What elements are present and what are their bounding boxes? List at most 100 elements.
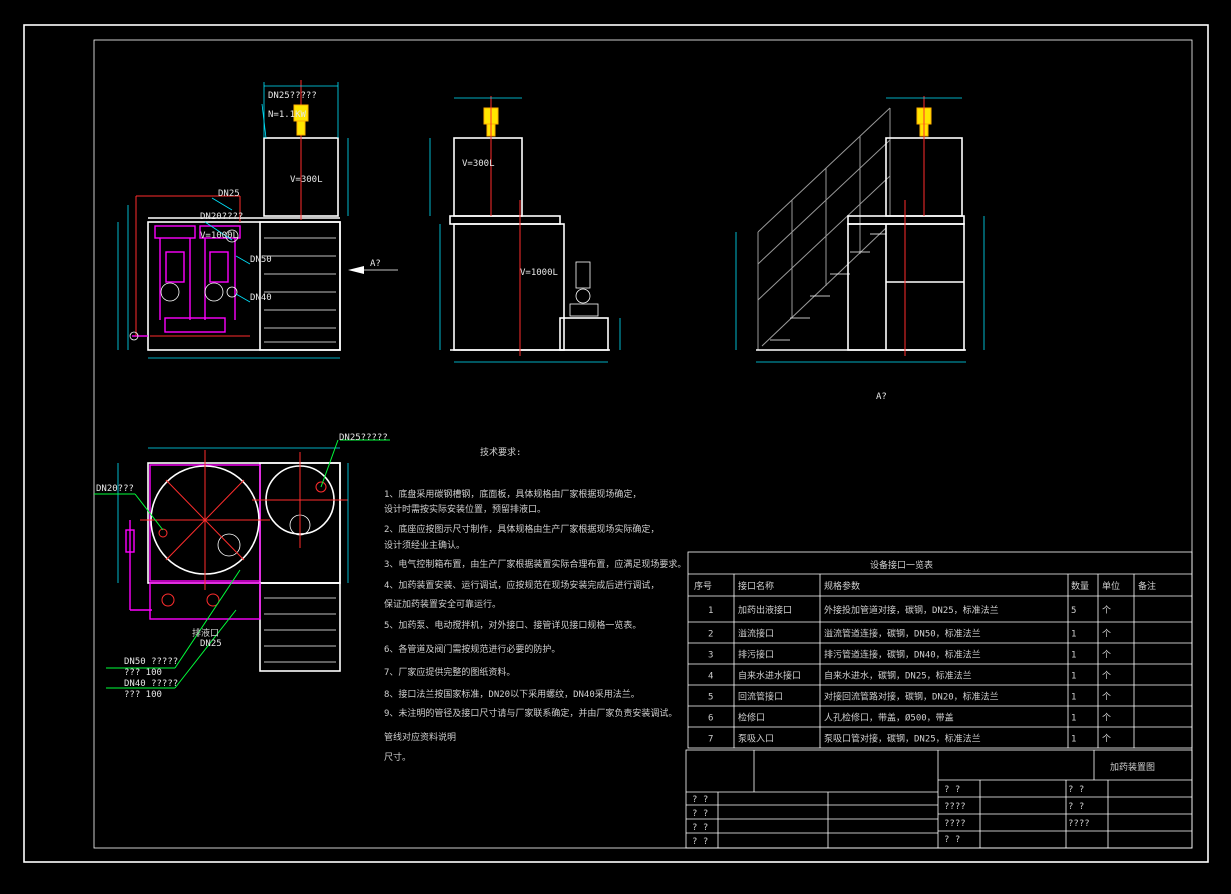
notes-line: 5、加药泵、电动搅拌机，对外接口、接管详见接口规格一览表。 (384, 619, 641, 631)
notes-line: 3、电气控制箱布置，由生产厂家根据装置实际合理布置，应满足现场要求。 (384, 558, 686, 570)
plan-view: DN25????? DN20??? 排液口 DN25 DN50 ????? ??… (94, 433, 390, 700)
plan-drain-label: 排液口 (192, 627, 219, 639)
notes-line: 设计时需按实际安装位置，预留排液口。 (384, 503, 546, 515)
interface-table: 设备接口一览表 序号 接口名称 规格参数 数量 单位 备注 1 加药出液接口 外接投加管道对接，… (687, 551, 1193, 749)
title-block-right-label: ? ? (1068, 802, 1084, 812)
title-block: 加药装置图 ? ? ? ? ? ? ? ? ? ????????? ? ? ? ? ? ???… (685, 749, 1193, 849)
view-a-caption: A? (876, 392, 887, 402)
table-cell: 外接投加管道对接，碳钢，DN25，标准法兰 (824, 604, 999, 616)
table-cell: 泵吸入口 (738, 734, 774, 745)
title-block-left-label: ? ? (692, 795, 708, 805)
table-cell: 1 (1071, 693, 1076, 703)
notes-line: 尺寸。 (384, 751, 411, 763)
table-cell: 4 (708, 672, 713, 682)
table-cell: 5 (708, 693, 713, 703)
plan-dn25-top-label: DN25????? (339, 433, 388, 443)
dn50-label: DN50 (250, 255, 272, 265)
notes-line: 8、接口法兰按国家标准，DN20以下采用螺纹，DN40采用法兰。 (384, 688, 640, 700)
table-header-cell: 规格参数 (824, 580, 860, 592)
title-block-left-label: ? ? (692, 837, 708, 847)
dn40-label: DN40 (250, 293, 272, 303)
table-cell: 加药出液接口 (738, 604, 792, 616)
side-small-tank-label: V=300L (462, 159, 495, 169)
dn25-side-label: DN25 (218, 189, 240, 199)
table-cell: 3 (708, 651, 713, 661)
notes-line: 7、厂家应提供完整的图纸资料。 (384, 666, 515, 678)
table-cell: 检修口 (738, 712, 765, 724)
title-block-left-label: ? ? (692, 823, 708, 833)
table-cell: 回流管接口 (738, 691, 783, 703)
table-cell: 2 (708, 630, 713, 640)
table-cell: 1 (1071, 630, 1076, 640)
table-cells: 序号 接口名称 规格参数 数量 单位 备注 1 加药出液接口 外接投加管道对接，碳钢，DN25，… (694, 580, 1156, 745)
table-header-cell: 序号 (694, 580, 712, 592)
title-block-mid-label: ? ? (944, 785, 960, 795)
side-big-tank-label: V=1000L (520, 268, 558, 278)
table-header-cell: 备注 (1138, 580, 1156, 592)
plan-dn40-sub-label: ??? 100 (124, 690, 162, 700)
table-cell: 个 (1102, 713, 1111, 724)
notes-line: 6、各管道及阀门需按规范进行必要的防护。 (384, 643, 560, 655)
table-cell: 泵吸口管对接，碳钢，DN25，标准法兰 (824, 733, 981, 745)
table-cell: 自来水进水，碳钢，DN25，标准法兰 (824, 670, 972, 682)
table-header-cell: 接口名称 (738, 580, 774, 592)
table-cell: 对接回流管路对接，碳钢，DN20，标准法兰 (824, 691, 999, 703)
table-cell: 1 (1071, 735, 1076, 745)
table-cell: 人孔检修口，带盖，Ø500，带盖 (824, 712, 954, 724)
cad-drawing-sheet: DN25????? N=1.1KW V=300L DN25 DN20???? V… (23, 24, 1209, 863)
drawing-frame (23, 24, 1209, 863)
dn25-top-label: DN25????? (268, 91, 317, 101)
table-cell: 1 (1071, 714, 1076, 724)
table-cell: 个 (1102, 692, 1111, 703)
motor-power-label: N=1.1KW (268, 110, 307, 120)
notes-line: 管线对应资料说明 (384, 731, 456, 743)
notes-line: 2、底座应按图示尺寸制作，具体规格由生产厂家根据现场实际确定， (384, 523, 659, 535)
plan-dn50-sub-label: ??? 100 (124, 668, 162, 678)
plan-dn20-label: DN20??? (96, 484, 134, 494)
title-block-cells: ? ? ? ? ? ? ? ? ? ????????? ? ? ? ? ? ????? (692, 785, 1090, 847)
table-cell: 个 (1102, 671, 1111, 682)
table-cell: 溢流管道连接，碳钢，DN50，标准法兰 (824, 628, 981, 640)
plan-dn50-label: DN50 ????? (124, 657, 178, 667)
notes-line: 设计须经业主确认。 (384, 539, 465, 551)
big-tank-volume-label: V=1000L (200, 231, 238, 241)
table-cell: 7 (708, 735, 713, 745)
view-a: A? (735, 96, 985, 402)
title-block-left-label: ? ? (692, 809, 708, 819)
table-cell: 个 (1102, 650, 1111, 661)
front-view: DN25????? N=1.1KW V=300L DN25 DN20???? V… (117, 80, 398, 359)
small-tank-volume-label: V=300L (290, 175, 323, 185)
table-cell: 个 (1102, 629, 1111, 640)
title-block-right-label: ? ? (1068, 785, 1084, 795)
table-cell: 5 (1071, 606, 1076, 616)
view-a-arrow-label: A? (370, 259, 381, 269)
table-cell: 个 (1102, 605, 1111, 616)
dn20-label: DN20???? (200, 212, 243, 222)
table-cell: 个 (1102, 734, 1111, 745)
notes-line: 1、底盘采用碳钢槽钢，底面板，具体规格由厂家根据现场确定， (384, 488, 641, 500)
title-block-mid-label: ? ? (944, 835, 960, 845)
technical-notes: 技术要求: 1、底盘采用碳钢槽钢，底面板，具体规格由厂家根据现场确定， 设计时需… (384, 446, 686, 763)
plan-dn25-bottom-label: DN25 (200, 639, 222, 649)
table-cell: 排污接口 (738, 649, 774, 661)
notes-line: 保证加药装置安全可靠运行。 (384, 598, 501, 610)
drawing-name: 加药装置图 (1110, 761, 1155, 773)
title-block-mid-label: ???? (944, 819, 966, 829)
notes-line: 4、加药装置安装、运行调试，应按规范在现场安装完成后进行调试， (384, 579, 659, 591)
table-cell: 1 (1071, 651, 1076, 661)
notes-lines: 1、底盘采用碳钢槽钢，底面板，具体规格由厂家根据现场确定， 设计时需按实际安装位… (384, 488, 686, 763)
notes-title: 技术要求: (480, 446, 521, 458)
side-view: V=300L V=1000L (429, 96, 621, 363)
table-cell: 溢流接口 (738, 628, 774, 640)
title-block-mid-label: ???? (944, 802, 966, 812)
notes-line: 9、未注明的管径及接口尺寸请与厂家联系确定，并由厂家负责安装调试。 (384, 707, 677, 719)
table-cell: 1 (708, 606, 713, 616)
plan-dn40-label: DN40 ????? (124, 679, 178, 689)
table-header-cell: 数量 (1071, 580, 1089, 592)
table-cell: 排污管道连接，碳钢，DN40，标准法兰 (824, 649, 981, 661)
table-cell: 自来水进水接口 (738, 670, 801, 682)
table-cell: 1 (1071, 672, 1076, 682)
table-title: 设备接口一览表 (870, 559, 933, 571)
title-block-right-label: ???? (1068, 819, 1090, 829)
table-cell: 6 (708, 714, 713, 724)
